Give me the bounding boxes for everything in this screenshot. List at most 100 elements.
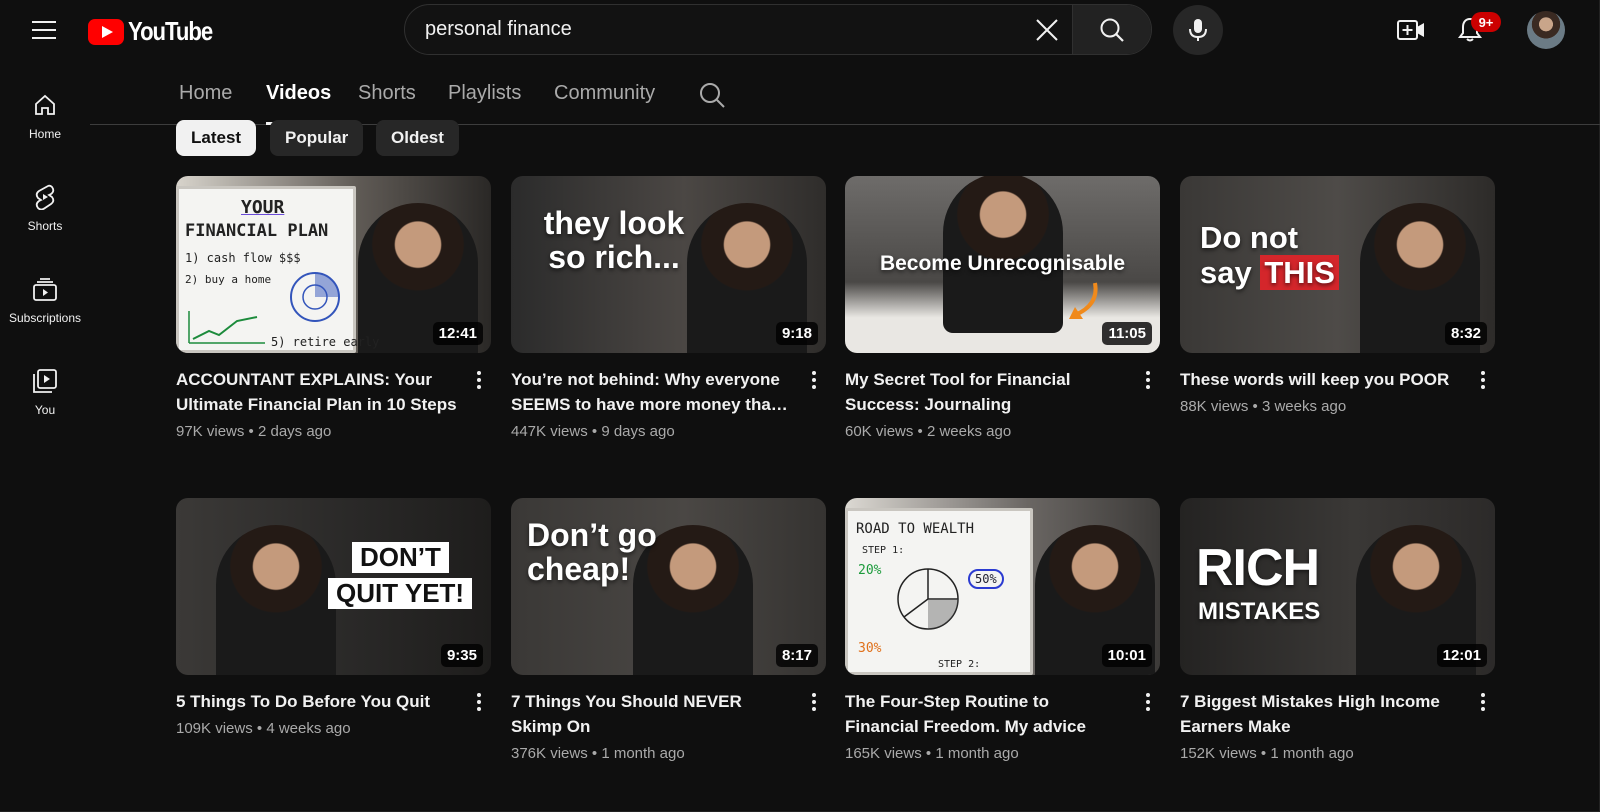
guide-label: Subscriptions — [8, 311, 82, 325]
chip-popular[interactable]: Popular — [270, 120, 364, 156]
video-duration: 8:32 — [1444, 322, 1487, 345]
view-count: 376K views — [511, 745, 588, 762]
video-card: they look so rich... 9:18 You’re not beh… — [511, 176, 826, 440]
more-actions-icon[interactable] — [1136, 689, 1160, 715]
video-stats: 376K views • 1 month ago — [511, 745, 685, 762]
tab-shorts[interactable]: Shorts — [358, 82, 416, 105]
caption-line-1: DON’T — [352, 542, 449, 573]
guide-item-you[interactable]: You — [0, 356, 90, 436]
tab-home[interactable]: Home — [179, 82, 232, 105]
video-title[interactable]: These words will keep you POOR — [1180, 367, 1461, 392]
video-thumbnail[interactable]: RICH MISTAKES 12:01 — [1180, 498, 1495, 675]
search-input[interactable] — [405, 5, 1022, 54]
tab-videos[interactable]: Videos — [266, 82, 331, 105]
more-actions-icon[interactable] — [467, 367, 491, 393]
shorts-icon — [32, 184, 58, 210]
guide-item-subscriptions[interactable]: Subscriptions — [0, 264, 90, 344]
masthead: YouTube 9+ — [0, 0, 1600, 60]
video-duration: 10:01 — [1101, 644, 1152, 667]
thumbnail-caption: Do not say THIS — [1200, 220, 1350, 290]
video-meta: My Secret Tool for Financial Success: Jo… — [845, 367, 1160, 440]
video-stats: 152K views • 1 month ago — [1180, 745, 1354, 762]
video-thumbnail[interactable]: ROAD TO WEALTH STEP 1: 20% 50% 30% STEP … — [845, 498, 1160, 675]
video-duration: 9:18 — [775, 322, 818, 345]
video-thumbnail[interactable]: YOUR FINANCIAL PLAN 1) cash flow $$$ 2) … — [176, 176, 491, 353]
video-duration: 9:35 — [440, 644, 483, 667]
guide-item-home[interactable]: Home — [0, 80, 90, 160]
search-button[interactable] — [1072, 5, 1151, 54]
video-stats: 447K views • 9 days ago — [511, 423, 675, 440]
chip-latest[interactable]: Latest — [176, 120, 257, 156]
account-avatar[interactable] — [1527, 11, 1565, 49]
video-card: Become Unrecognisable 11:05 My Secret To… — [845, 176, 1160, 440]
home-icon — [32, 92, 58, 118]
you-library-icon — [32, 368, 58, 394]
video-thumbnail[interactable]: Become Unrecognisable 11:05 — [845, 176, 1160, 353]
video-title[interactable]: 5 Things To Do Before You Quit — [176, 689, 457, 714]
video-card: ROAD TO WEALTH STEP 1: 20% 50% 30% STEP … — [845, 498, 1160, 762]
thumbnail-caption: Don’t go cheap! — [527, 517, 657, 587]
channel-tabs: Home Videos Shorts Playlists Community — [90, 60, 1600, 125]
upload-age: 1 month ago — [601, 745, 685, 762]
view-count: 60K views — [845, 423, 914, 440]
logo-text: YouTube — [128, 16, 213, 46]
video-stats: 88K views • 3 weeks ago — [1180, 398, 1347, 415]
chip-oldest[interactable]: Oldest — [376, 120, 459, 156]
video-card: DON’T QUIT YET! 9:35 5 Things To Do Befo… — [176, 498, 491, 737]
clear-search-icon[interactable] — [1022, 5, 1072, 54]
create-video-icon[interactable] — [1393, 12, 1429, 48]
more-actions-icon[interactable] — [802, 689, 826, 715]
search-icon — [1100, 18, 1124, 42]
thumbnail-person — [216, 525, 336, 675]
guide-label: Home — [28, 127, 61, 141]
video-title[interactable]: My Secret Tool for Financial Success: Jo… — [845, 367, 1126, 417]
upload-age: 2 weeks ago — [926, 423, 1012, 440]
hamburger-menu-icon[interactable] — [28, 14, 60, 46]
thumbnail-whiteboard: ROAD TO WEALTH STEP 1: 20% 50% 30% STEP … — [845, 508, 1033, 675]
more-actions-icon[interactable] — [1471, 367, 1495, 393]
channel-search-icon[interactable] — [698, 81, 726, 109]
upload-age: 3 weeks ago — [1261, 398, 1347, 415]
voice-search-button[interactable] — [1173, 5, 1223, 55]
video-card: YOUR FINANCIAL PLAN 1) cash flow $$$ 2) … — [176, 176, 491, 440]
youtube-logo[interactable]: YouTube — [88, 16, 227, 47]
tab-community[interactable]: Community — [554, 82, 655, 105]
view-count: 447K views — [511, 423, 588, 440]
subscriptions-icon — [32, 276, 58, 302]
video-thumbnail[interactable]: DON’T QUIT YET! 9:35 — [176, 498, 491, 675]
video-thumbnail[interactable]: Don’t go cheap! 8:17 — [511, 498, 826, 675]
video-duration: 12:01 — [1436, 644, 1487, 667]
video-thumbnail[interactable]: Do not say THIS 8:32 — [1180, 176, 1495, 353]
video-title[interactable]: ACCOUNTANT EXPLAINS: Your Ultimate Finan… — [176, 367, 457, 417]
video-stats: 109K views • 4 weeks ago — [176, 720, 351, 737]
thumbnail-caption: Become Unrecognisable — [879, 252, 1126, 275]
more-actions-icon[interactable] — [802, 367, 826, 393]
video-meta: The Four-Step Routine to Financial Freed… — [845, 689, 1160, 762]
more-actions-icon[interactable] — [1136, 367, 1160, 393]
video-title[interactable]: 7 Things You Should NEVER Skimp On — [511, 689, 792, 739]
view-count: 152K views — [1180, 745, 1257, 762]
video-title[interactable]: The Four-Step Routine to Financial Freed… — [845, 689, 1126, 739]
view-count: 97K views — [176, 423, 245, 440]
more-actions-icon[interactable] — [467, 689, 491, 715]
notification-count-badge: 9+ — [1471, 12, 1501, 32]
upload-age: 1 month ago — [935, 745, 1019, 762]
video-card: Don’t go cheap! 8:17 7 Things You Should… — [511, 498, 826, 762]
guide-item-shorts[interactable]: Shorts — [0, 172, 90, 252]
video-title[interactable]: You’re not behind: Why everyone SEEMS to… — [511, 367, 792, 417]
microphone-icon — [1189, 19, 1207, 41]
tab-playlists[interactable]: Playlists — [448, 82, 521, 105]
caption-highlight: THIS — [1260, 255, 1339, 290]
upload-age: 4 weeks ago — [266, 720, 351, 737]
video-thumbnail[interactable]: they look so rich... 9:18 — [511, 176, 826, 353]
more-actions-icon[interactable] — [1471, 689, 1495, 715]
view-count: 165K views — [845, 745, 922, 762]
video-title[interactable]: 7 Biggest Mistakes High Income Earners M… — [1180, 689, 1461, 739]
video-card: RICH MISTAKES 12:01 7 Biggest Mistakes H… — [1180, 498, 1495, 762]
video-stats: 165K views • 1 month ago — [845, 745, 1019, 762]
upload-age: 2 days ago — [257, 423, 332, 440]
video-stats: 60K views • 2 weeks ago — [845, 423, 1012, 440]
video-duration: 8:17 — [775, 644, 818, 667]
video-meta: You’re not behind: Why everyone SEEMS to… — [511, 367, 826, 440]
caption-line-1: RICH — [1196, 539, 1320, 597]
